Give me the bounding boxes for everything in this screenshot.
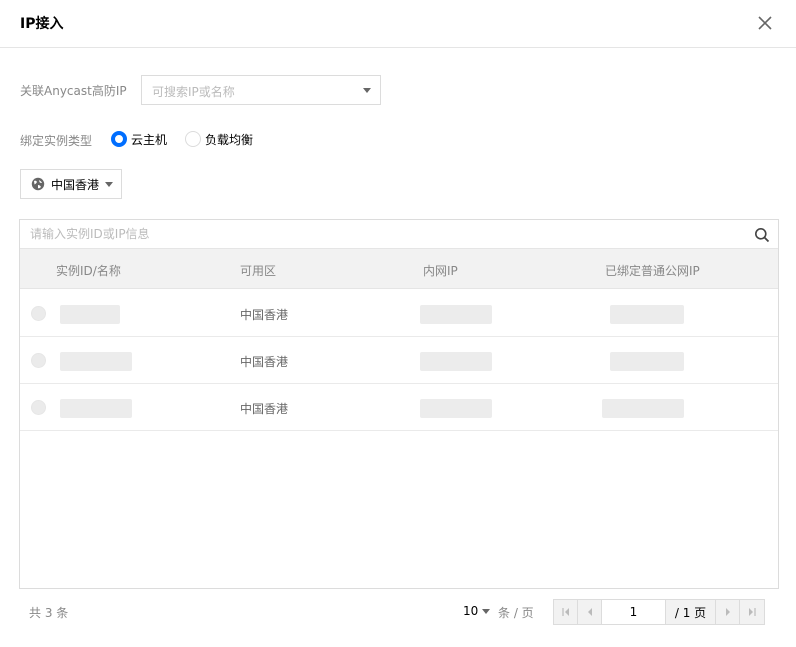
redacted-instance-id — [60, 399, 132, 418]
dialog-title: IP接入 — [20, 16, 64, 32]
instance-type-label: 绑定实例类型 — [20, 134, 93, 148]
first-page-icon — [562, 608, 569, 616]
chevron-down-icon — [363, 88, 371, 93]
radio-cvm[interactable]: 云主机 — [111, 130, 167, 148]
globe-icon — [31, 177, 45, 191]
column-header: 可用区 — [240, 264, 277, 278]
column-header: 内网IP — [423, 264, 458, 278]
chevron-right-icon — [726, 608, 730, 616]
page-size-select[interactable]: 10 — [463, 604, 491, 618]
table-row[interactable]: 中国香港 — [20, 337, 778, 384]
search-bar — [20, 220, 778, 249]
next-page-button[interactable] — [716, 600, 740, 624]
total-pages: / 1 页 — [666, 600, 716, 624]
chevron-down-icon — [105, 181, 114, 187]
last-page-icon — [749, 608, 756, 616]
row-zone: 中国香港 — [240, 355, 289, 369]
radio-unchecked-icon — [185, 131, 201, 147]
redacted-public-ip — [602, 399, 684, 418]
redacted-private-ip — [420, 399, 492, 418]
row-radio[interactable] — [31, 353, 46, 368]
pagination: / 1 页 — [553, 599, 765, 625]
close-icon[interactable] — [756, 14, 774, 32]
search-icon[interactable] — [754, 227, 770, 243]
table-header: 实例ID/名称 可用区 内网IP 已绑定普通公网IP — [20, 249, 778, 289]
redacted-instance-id — [60, 305, 120, 324]
redacted-private-ip — [420, 352, 492, 371]
region-label: 中国香港 — [51, 177, 100, 192]
row-zone: 中国香港 — [240, 308, 289, 322]
chevron-left-icon — [588, 608, 592, 616]
search-input[interactable] — [20, 220, 740, 248]
anycast-placeholder: 可搜索IP或名称 — [152, 85, 235, 99]
instance-table-panel: 实例ID/名称 可用区 内网IP 已绑定普通公网IP 中国香港 中国香港 中国香… — [19, 219, 779, 589]
radio-checked-icon — [111, 131, 127, 147]
first-page-button[interactable] — [554, 600, 578, 624]
radio-clb-label: 负载均衡 — [205, 132, 254, 147]
redacted-public-ip — [610, 305, 684, 324]
radio-cvm-label: 云主机 — [131, 132, 168, 147]
redacted-instance-id — [60, 352, 132, 371]
dialog-header: IP接入 — [0, 0, 796, 48]
page-number-input[interactable] — [602, 600, 666, 624]
radio-clb[interactable]: 负载均衡 — [185, 130, 253, 148]
redacted-private-ip — [420, 305, 492, 324]
column-header: 已绑定普通公网IP — [605, 264, 700, 278]
chevron-down-icon — [482, 608, 491, 614]
table-row[interactable]: 中国香港 — [20, 384, 778, 431]
table-row[interactable]: 中国香港 — [20, 290, 778, 337]
anycast-select[interactable]: 可搜索IP或名称 — [141, 75, 381, 105]
row-radio[interactable] — [31, 400, 46, 415]
region-selector[interactable]: 中国香港 — [20, 169, 122, 199]
page-size-value: 10 — [463, 604, 479, 618]
prev-page-button[interactable] — [578, 600, 602, 624]
redacted-public-ip — [610, 352, 684, 371]
row-radio[interactable] — [31, 306, 46, 321]
last-page-button[interactable] — [740, 600, 764, 624]
row-zone: 中国香港 — [240, 402, 289, 416]
per-page-label: 条 / 页 — [498, 606, 534, 620]
total-count: 共 3 条 — [29, 606, 69, 620]
column-header: 实例ID/名称 — [56, 264, 121, 278]
anycast-label: 关联Anycast高防IP — [20, 84, 127, 98]
